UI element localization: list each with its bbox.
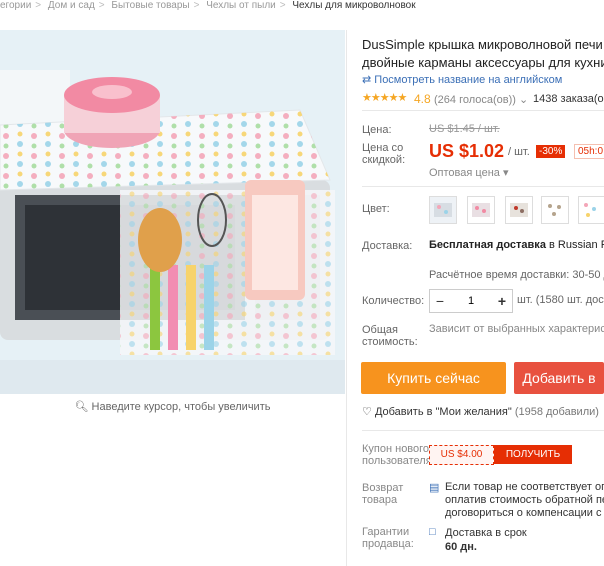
color-swatch[interactable]: [429, 196, 457, 224]
breadcrumb-separator: >: [98, 0, 105, 11]
shipping-info[interactable]: Бесплатная доставка в Russian Fede: [429, 239, 604, 251]
translate-link-text: Посмотреть название на английском: [374, 74, 563, 86]
coupon-label: Купон нового пользователя: [362, 443, 432, 467]
increase-button[interactable]: +: [492, 290, 512, 312]
breadcrumb-item[interactable]: Дом и сад: [48, 0, 95, 11]
delivery-estimate: Расчётное время доставки: 30-50 дн: [429, 269, 604, 281]
guarantee-text: Доставка в срок 60 дн.: [445, 526, 527, 554]
coupon-label-line: Купон нового: [362, 443, 430, 455]
returns-label-line: товара: [362, 494, 398, 506]
delivery-truck-icon: □: [429, 526, 436, 538]
guarantee-text-line: Доставка в срок: [445, 527, 527, 539]
returns-label-line: Возврат: [362, 482, 404, 494]
total-text: Зависит от выбранных характеристи: [429, 323, 604, 335]
wholesale-price-dropdown[interactable]: Оптовая цена ▾: [429, 166, 508, 179]
chevron-down-icon: ⌄: [519, 94, 529, 106]
product-photo-illustration: [0, 30, 345, 394]
magnifier-icon: 🔍︎: [74, 401, 89, 413]
wholesale-price-label: Оптовая цена: [429, 167, 500, 179]
price-unit: / шт.: [508, 146, 530, 158]
quantity-input[interactable]: [450, 290, 492, 312]
decrease-button[interactable]: −: [430, 290, 450, 312]
color-label: Цвет:: [362, 203, 390, 215]
coupon-label-line: пользователя: [362, 455, 432, 467]
countdown-timer: 05h:0: [574, 144, 604, 159]
discount-price-label: Цена со скидкой:: [362, 142, 405, 166]
quantity-stepper: − +: [429, 289, 513, 313]
guarantee-days: 60 дн.: [445, 541, 477, 553]
divider: [362, 186, 604, 187]
returns-label: Возврат товара: [362, 482, 403, 506]
votes-count: (264 голоса(ов)): [434, 94, 516, 106]
product-title-line: DusSimple крышка микроволновой печи к: [362, 37, 604, 52]
breadcrumb-separator: >: [279, 0, 286, 11]
rating-value: 4.8: [414, 92, 431, 106]
product-title: DusSimple крышка микроволновой печи к дв…: [362, 36, 604, 72]
rating-stars: ★★★★★: [362, 92, 407, 104]
wishlist-count: (1958 добавили): [514, 406, 599, 418]
get-coupon-button[interactable]: ПОЛУЧИТЬ: [494, 445, 572, 464]
breadcrumb-item[interactable]: егории: [0, 0, 31, 11]
heart-icon: ♡: [362, 406, 372, 418]
zoom-hint: 🔍︎ Наведите курсор, чтобы увеличить: [0, 400, 345, 413]
returns-text-line: договориться о компенсации с пр: [445, 507, 604, 519]
divider: [362, 430, 604, 431]
returns-text-line: Если товар не соответствует описа: [445, 481, 604, 493]
delivery-label: Доставка:: [362, 240, 413, 252]
breadcrumb-item[interactable]: Чехлы от пыли: [206, 0, 276, 11]
calendar-icon: ▤: [429, 482, 440, 494]
breadcrumb: егории > Дом и сад > Бытовые товары > Чехлы…: [0, 0, 604, 14]
shipping-destination: в Russian Fede: [549, 239, 604, 251]
divider: [362, 110, 604, 111]
breadcrumb-current: Чехлы для микроволновок: [292, 0, 416, 11]
color-swatch[interactable]: [467, 196, 495, 224]
total-label-line: стоимость:: [362, 336, 418, 348]
current-price: US $1.02: [429, 141, 505, 161]
returns-text: Если товар не соответствует описа оплати…: [445, 481, 604, 520]
divider: [346, 30, 347, 566]
discount-price-label-line: скидкой:: [362, 154, 406, 166]
orders-count: 1438 заказа(ов: [533, 93, 604, 105]
breadcrumb-separator: >: [193, 0, 200, 11]
breadcrumb-separator: >: [35, 0, 42, 11]
returns-text-line: оплатив стоимость обратной пере: [445, 494, 604, 506]
translate-icon: ⇄: [362, 74, 372, 86]
wishlist-text: Добавить в "Мои желания": [374, 406, 512, 418]
color-swatch[interactable]: [505, 196, 533, 224]
coupon-value: US $4.00: [429, 445, 494, 465]
discount-badge: -30%: [536, 145, 566, 158]
discount-price-label-line: Цена со: [362, 142, 404, 154]
add-to-cart-button[interactable]: Добавить в: [514, 362, 604, 394]
guarantee-label-line: Гарантии: [362, 526, 410, 538]
product-title-line: двойные карманы аксессуары для кухни п: [362, 55, 604, 70]
color-swatch[interactable]: [541, 196, 569, 224]
free-shipping: Бесплатная доставка: [429, 239, 546, 251]
price-label: Цена:: [362, 124, 392, 136]
color-swatch[interactable]: [578, 196, 604, 224]
total-label: Общая стоимость:: [362, 324, 418, 348]
quantity-label: Количество:: [362, 295, 425, 307]
product-image[interactable]: [0, 30, 345, 394]
quantity-available: шт. (1580 шт. досту: [517, 294, 604, 306]
translate-link[interactable]: ⇄ Посмотреть название на английском: [362, 73, 562, 86]
old-price: US $1.45 / шт.: [429, 123, 500, 135]
breadcrumb-item[interactable]: Бытовые товары: [111, 0, 189, 11]
guarantee-label: Гарантии продавца:: [362, 526, 414, 550]
buy-now-button[interactable]: Купить сейчас: [361, 362, 506, 394]
guarantee-label-line: продавца:: [362, 538, 414, 550]
zoom-hint-text: Наведите курсор, чтобы увеличить: [91, 401, 271, 413]
votes-link[interactable]: (264 голоса(ов)) ⌄: [434, 93, 528, 106]
wishlist-link[interactable]: ♡ Добавить в "Мои желания" (1958 добавил…: [362, 405, 604, 418]
total-label-line: Общая: [362, 324, 398, 336]
caret-down-icon: ▾: [502, 167, 509, 179]
